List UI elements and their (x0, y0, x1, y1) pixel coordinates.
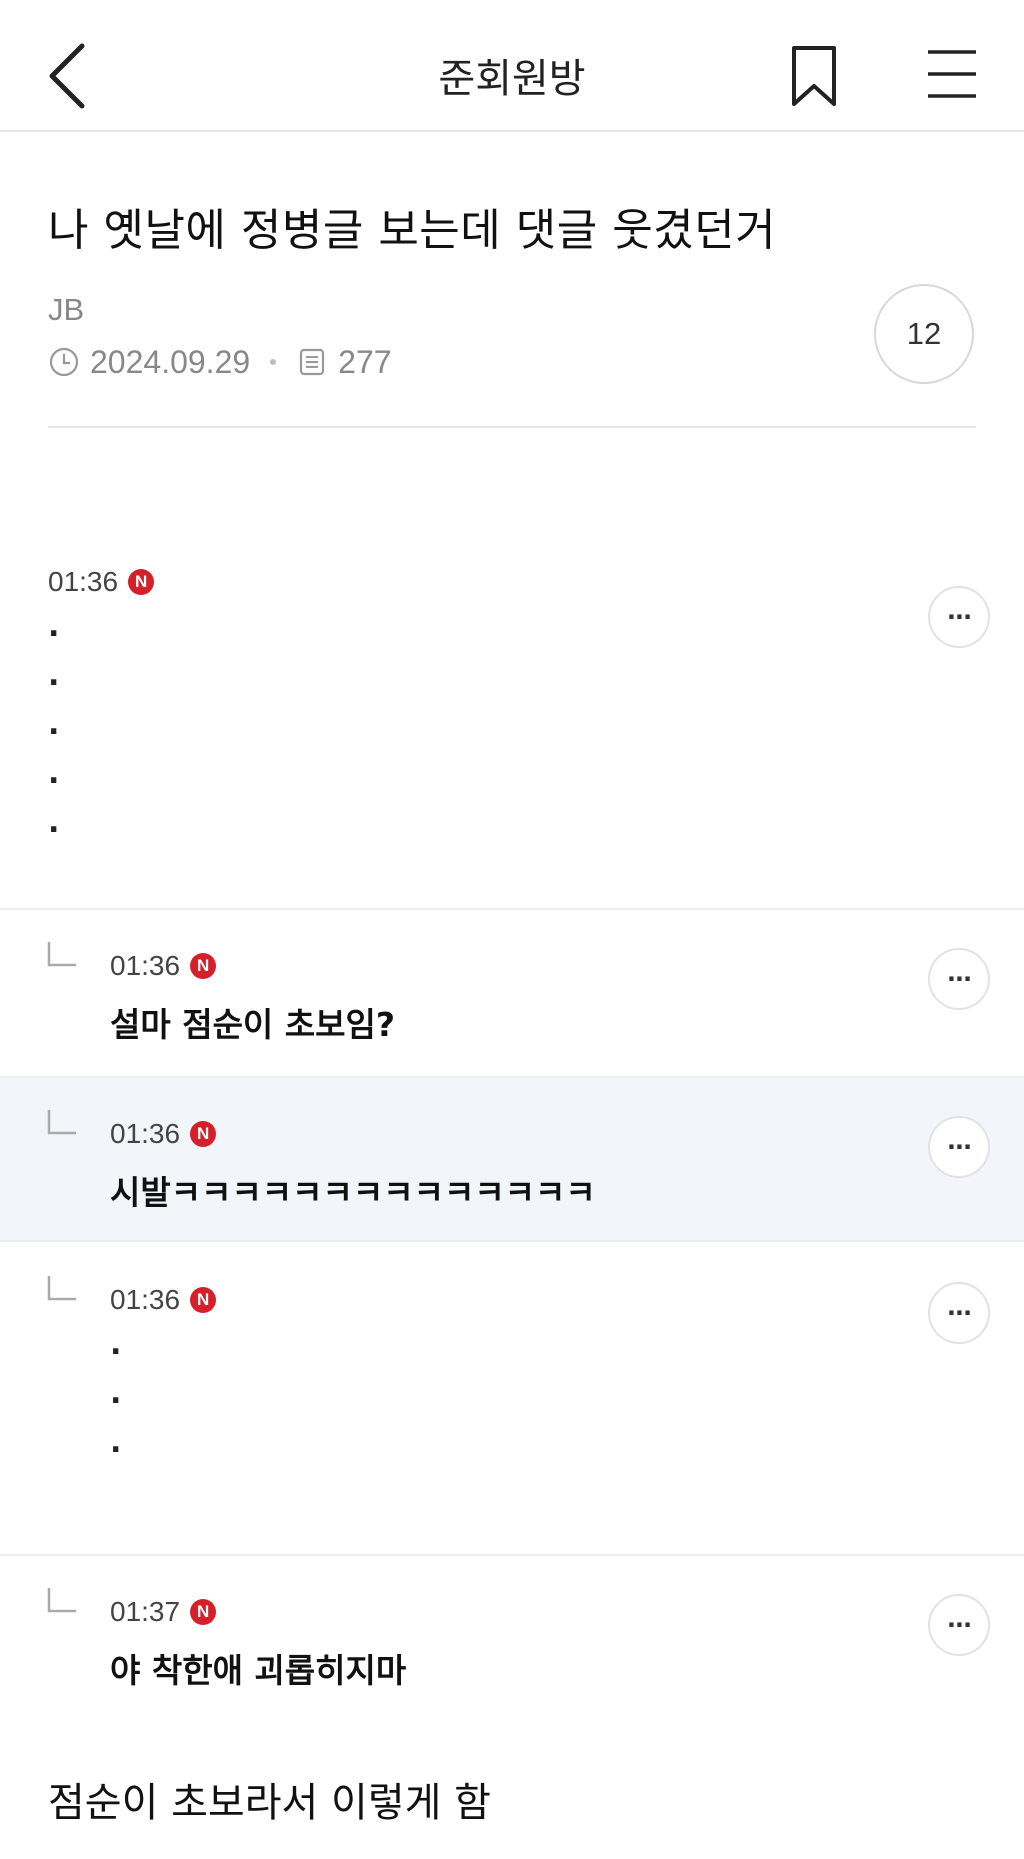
post-date: 2024.09.29 (90, 343, 251, 380)
reply-arrow-icon (47, 942, 76, 967)
comment-text: . . . . . (48, 612, 1024, 857)
more-options-button[interactable]: ··· (928, 586, 990, 648)
clock-icon (49, 347, 79, 377)
new-badge: N (128, 569, 155, 595)
more-options-button[interactable]: ··· (928, 948, 990, 1010)
dot-line: . (110, 1376, 122, 1411)
new-badge: N (190, 1599, 217, 1625)
post-body-text: 점순이 초보라서 이렇게 함 (48, 1780, 491, 1826)
comment-time: 01:37 N (110, 1596, 1024, 1628)
dot-line: . (48, 756, 60, 791)
comment-text: . . . (110, 1330, 1024, 1477)
comment-text: 설마 점순이 초보임? (110, 1005, 396, 1044)
top-bar: 준회원방 (0, 0, 1024, 132)
reply-item: 01:36 N . . . ··· (0, 1244, 1024, 1554)
more-options-button[interactable]: ··· (928, 1282, 990, 1344)
comment-count-button[interactable]: 12 (874, 284, 974, 384)
dot-line: . (48, 609, 60, 644)
dot-line: . (110, 1425, 122, 1460)
reply-item: 01:37 N 야 착한애 괴롭히지마 ··· (0, 1556, 1024, 1716)
reply-arrow-icon (47, 1110, 76, 1135)
post-divider (48, 426, 976, 428)
dot-line: . (110, 1327, 122, 1362)
dot-line: . (48, 658, 60, 693)
comment-time: 01:36 N (48, 566, 1024, 598)
hamburger-menu-icon[interactable] (924, 44, 980, 104)
meta-separator (270, 359, 277, 365)
view-count: 277 (338, 343, 392, 380)
reply-arrow-icon (47, 1588, 76, 1613)
bookmark-icon[interactable] (786, 44, 842, 108)
reply-arrow-icon (47, 1276, 76, 1301)
dot-line: . (48, 707, 60, 742)
author-name[interactable]: JB (48, 292, 84, 328)
comment-time-text: 01:36 (110, 950, 181, 981)
comment-time-text: 01:36 (48, 566, 119, 597)
comment-time-text: 01:36 (110, 1118, 181, 1149)
comment-time-text: 01:37 (110, 1596, 181, 1627)
reply-item: 01:36 N 시발ㅋㅋㅋㅋㅋㅋㅋㅋㅋㅋㅋㅋㅋㅋ ··· (0, 1076, 1024, 1242)
comment-time: 01:36 N (110, 1284, 1024, 1316)
dot-line: . (48, 805, 60, 840)
new-badge: N (190, 1287, 217, 1313)
new-badge: N (190, 1121, 217, 1147)
document-icon (300, 348, 325, 376)
comment-text: 야 착한애 괴롭히지마 (110, 1651, 407, 1690)
board-title: 준회원방 (438, 56, 586, 102)
new-badge: N (190, 953, 217, 979)
more-options-button[interactable]: ··· (928, 1116, 990, 1178)
reply-item: 01:36 N 설마 점순이 초보임? ··· (0, 910, 1024, 1074)
comment-text: 시발ㅋㅋㅋㅋㅋㅋㅋㅋㅋㅋㅋㅋㅋㅋ (110, 1173, 596, 1212)
post-meta: 2024.09.29 277 (48, 342, 392, 382)
comment-time: 01:36 N (110, 1118, 1024, 1150)
more-options-button[interactable]: ··· (928, 1594, 990, 1656)
comment-time-text: 01:36 (110, 1284, 181, 1315)
comment-item: 01:36 N . . . . . ··· (0, 566, 1024, 910)
comment-time: 01:36 N (110, 950, 1024, 982)
post-title: 나 옛날에 정병글 보는데 댓글 웃겼던거 (48, 205, 777, 256)
